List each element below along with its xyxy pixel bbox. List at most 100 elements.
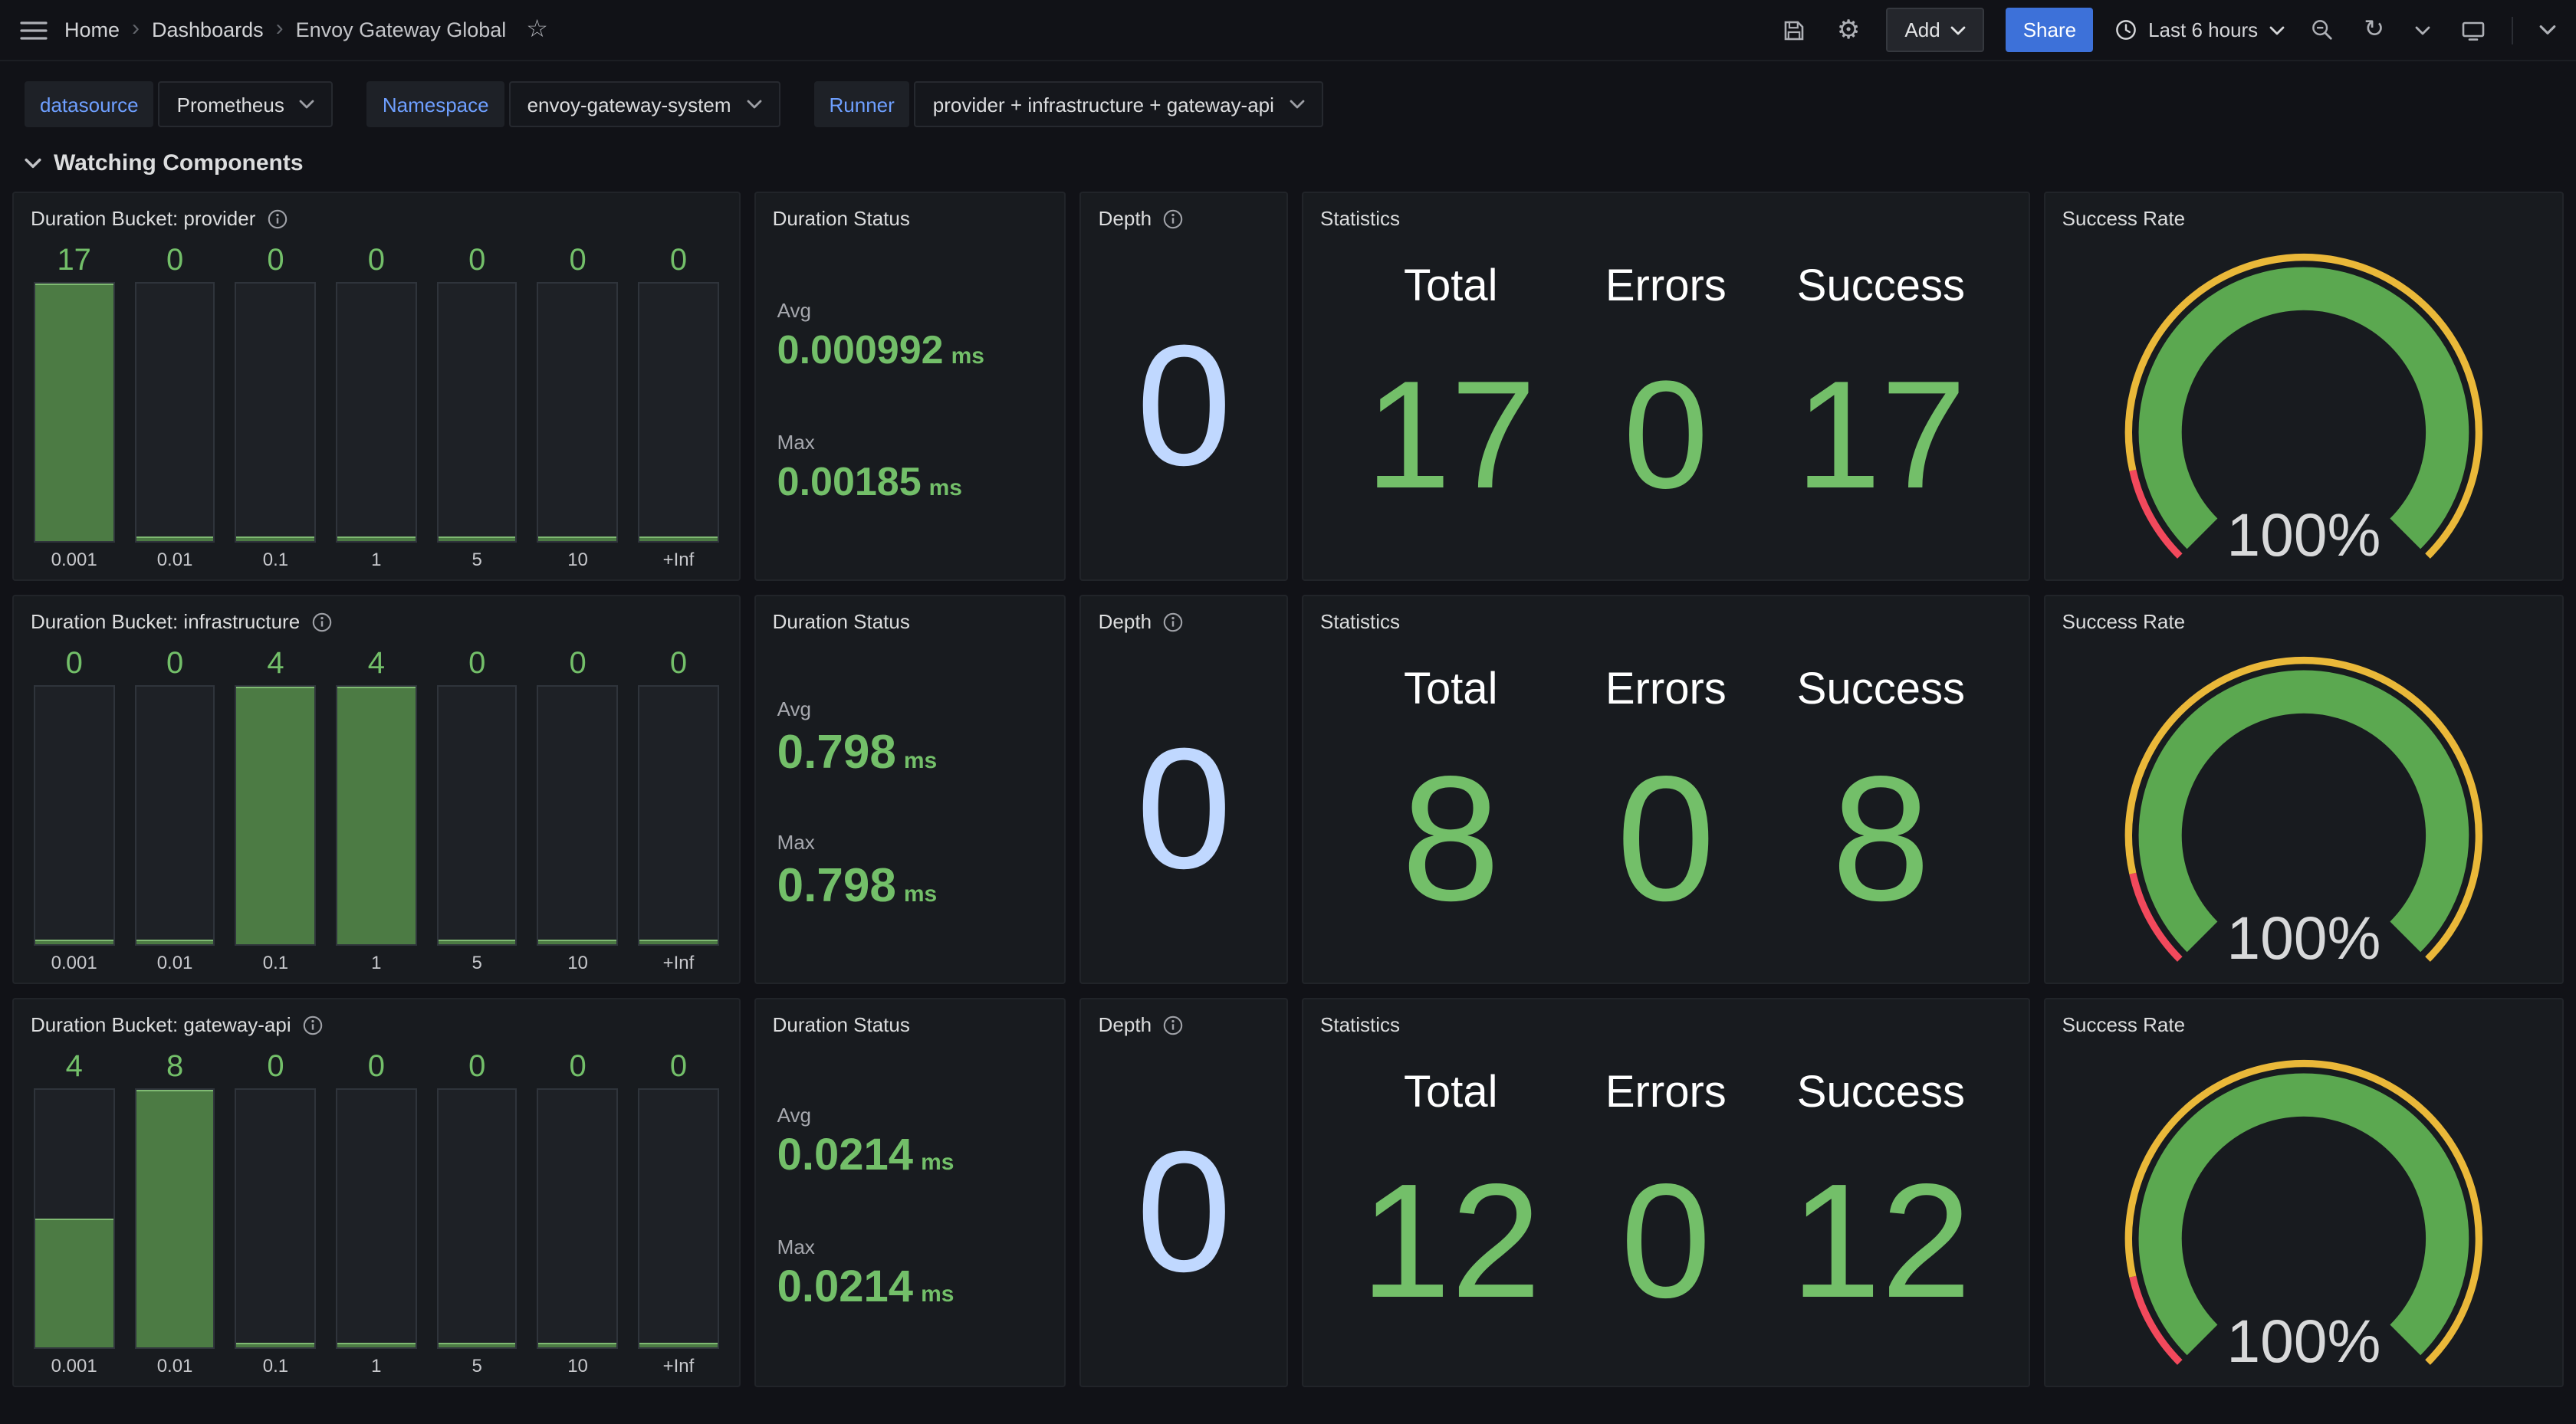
stat-header: Errors: [1605, 665, 1727, 716]
panel-header[interactable]: Depth: [1082, 193, 1286, 244]
bar-axis-label: 10: [567, 550, 588, 569]
panel-header[interactable]: Statistics: [1303, 999, 2029, 1050]
panel-header[interactable]: Statistics: [1303, 193, 2029, 244]
success-rate-gauge: 100%: [2088, 1057, 2519, 1373]
menu-icon[interactable]: [15, 15, 52, 45]
bar-value: 0: [368, 1050, 385, 1084]
bar-axis-label: 0.1: [263, 550, 288, 569]
bar-value: 4: [66, 1050, 83, 1084]
time-range-picker[interactable]: Last 6 hours: [2114, 18, 2284, 41]
filter-datasource-dropdown[interactable]: Prometheus: [159, 81, 334, 127]
panel-title: Duration Bucket: provider: [31, 207, 255, 230]
save-dashboard-icon[interactable]: [1777, 13, 1811, 47]
panel-header[interactable]: Duration Status: [756, 596, 1065, 647]
bar-value: 0: [468, 1050, 485, 1084]
gauge-value-text: 100%: [2226, 500, 2380, 566]
bar-value: 4: [267, 647, 284, 681]
stat-header: Errors: [1605, 262, 1727, 313]
bar-fill: [136, 536, 213, 541]
bar-value: 0: [166, 647, 183, 681]
depth-body: 0: [1082, 647, 1286, 983]
panel-header[interactable]: Success Rate: [2045, 193, 2562, 244]
panel-header[interactable]: Depth: [1082, 596, 1286, 647]
bar-track: [537, 282, 618, 543]
statistics-body: Total17 Errors0 Success17: [1303, 244, 2029, 579]
panel-header[interactable]: Statistics: [1303, 596, 2029, 647]
filter-runner-label[interactable]: Runner: [814, 81, 910, 127]
panel-header[interactable]: Success Rate: [2045, 999, 2562, 1050]
breadcrumb-dashboards[interactable]: Dashboards: [152, 18, 264, 41]
info-icon: [1162, 208, 1184, 229]
avg-label: Avg: [777, 1104, 1053, 1127]
favorite-star-icon[interactable]: ☆: [521, 13, 553, 47]
bar-track: [437, 282, 518, 543]
bar-group: 41: [336, 647, 416, 972]
breadcrumb: Home › Dashboards › Envoy Gateway Global…: [64, 13, 553, 47]
bar-track: [437, 1088, 518, 1349]
stat-value: 0: [1623, 313, 1708, 558]
stat-errors: Errors0: [1559, 653, 1774, 961]
breadcrumb-separator: ›: [132, 15, 140, 41]
filter-namespace-label[interactable]: Namespace: [367, 81, 504, 127]
max-label: Max: [777, 1235, 1053, 1258]
depth-body: 0: [1082, 244, 1286, 579]
bar-axis-label: 5: [472, 550, 482, 569]
bar-fill: [337, 536, 415, 541]
bar-value: 0: [267, 244, 284, 277]
filter-runner-dropdown[interactable]: provider + infrastructure + gateway-api: [915, 81, 1323, 127]
add-button[interactable]: Add: [1886, 8, 1984, 52]
bar-fill: [539, 1343, 616, 1347]
panel-header[interactable]: Depth: [1082, 999, 1286, 1050]
bar-chart[interactable]: 00.001 00.01 40.1 41 05 010 0+Inf: [14, 647, 739, 983]
bar-chart[interactable]: 170.001 00.01 00.1 01 05 010 0+Inf: [14, 244, 739, 579]
avg-unit: ms: [904, 748, 937, 774]
stat-success: Success8: [1773, 653, 1989, 961]
bar-track: [134, 685, 215, 946]
panel-header[interactable]: Duration Bucket: provider: [14, 193, 739, 244]
panel-header[interactable]: Success Rate: [2045, 596, 2562, 647]
bar-fill: [35, 284, 113, 541]
tv-mode-icon[interactable]: [2456, 13, 2490, 47]
panel-header[interactable]: Duration Status: [756, 999, 1065, 1050]
stat-errors: Errors0: [1559, 1056, 1774, 1364]
bar-chart[interactable]: 40.001 80.01 00.1 01 05 010 0+Inf: [14, 1050, 739, 1386]
success-rate-gauge: 100%: [2088, 654, 2519, 970]
zoom-out-time-icon[interactable]: [2305, 14, 2338, 46]
max-label: Max: [777, 831, 1053, 854]
avg-metric: Avg 0.798ms: [777, 697, 1053, 780]
stat-value: 8: [1401, 716, 1500, 961]
info-icon: [302, 1014, 324, 1035]
collapse-toolbar-chevron-icon[interactable]: [2535, 20, 2561, 40]
breadcrumb-home[interactable]: Home: [64, 18, 120, 41]
gauge-value-arc: [2160, 691, 2448, 937]
panel-header[interactable]: Duration Status: [756, 193, 1065, 244]
panel-title: Success Rate: [2062, 610, 2185, 633]
refresh-interval-chevron-icon[interactable]: [2410, 21, 2435, 39]
panel-header[interactable]: Duration Bucket: gateway-api: [14, 999, 739, 1050]
share-button[interactable]: Share: [2006, 8, 2093, 52]
bar-value: 0: [468, 647, 485, 681]
filter-namespace-dropdown[interactable]: envoy-gateway-system: [509, 81, 780, 127]
panel-header[interactable]: Duration Bucket: infrastructure: [14, 596, 739, 647]
max-metric: Max 0.00185ms: [777, 430, 1053, 505]
bar-group: 40.1: [235, 647, 316, 972]
panel-title: Depth: [1099, 207, 1152, 230]
bar-fill: [439, 536, 516, 541]
chevron-down-icon: [1951, 25, 1967, 34]
breadcrumb-separator: ›: [276, 15, 284, 41]
panel-title: Success Rate: [2062, 207, 2185, 230]
bar-fill: [639, 536, 717, 541]
filter-datasource-label[interactable]: datasource: [25, 81, 154, 127]
panel-title: Statistics: [1320, 610, 1400, 633]
refresh-icon[interactable]: ↻: [2359, 13, 2389, 47]
bar-track: [336, 1088, 416, 1349]
dashboard-settings-gear-icon[interactable]: ⚙: [1832, 12, 1865, 48]
panel-success-rate: Success Rate 100%: [2044, 595, 2564, 984]
max-metric: Max 0.798ms: [777, 831, 1053, 914]
stat-errors: Errors0: [1559, 250, 1774, 558]
bar-axis-label: 0.001: [51, 1357, 97, 1375]
bar-value: 4: [368, 647, 385, 681]
panel-statistics: Statistics Total12 Errors0 Success12: [1302, 998, 2030, 1387]
section-watching-components[interactable]: Watching Components: [0, 141, 2576, 192]
bar-value: 0: [66, 647, 83, 681]
